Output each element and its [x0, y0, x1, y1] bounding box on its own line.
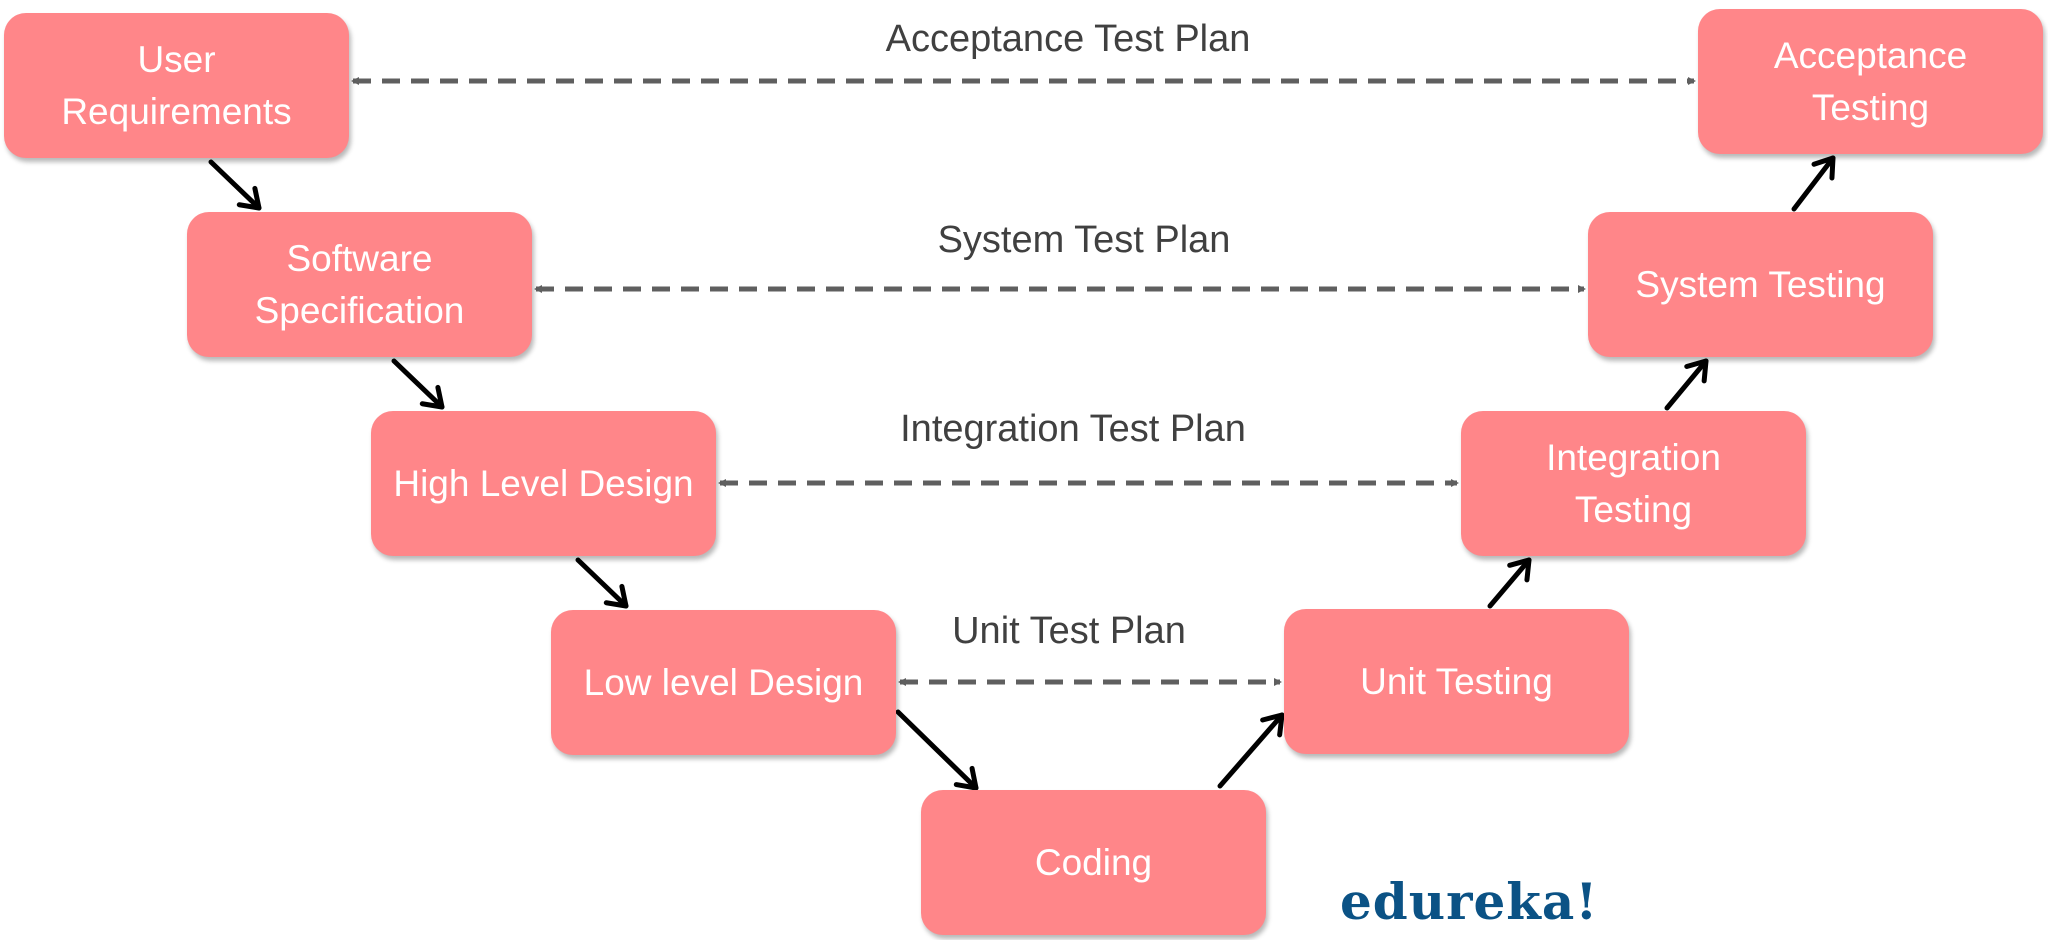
flow-arrow-4 [895, 709, 979, 791]
flow-arrow-1 [208, 159, 262, 211]
flow-arrow-8 [1791, 155, 1836, 212]
flow-arrow-7 [1664, 358, 1709, 411]
v-model-diagram: User Requirements Software Specification… [0, 0, 2048, 940]
flow-arrow-5 [1217, 712, 1285, 789]
phase-acceptance-testing[interactable]: Acceptance Testing [1698, 9, 2043, 154]
phase-high-level-design[interactable]: High Level Design [371, 411, 716, 556]
phase-software-specification[interactable]: Software Specification [187, 212, 532, 357]
flow-arrow-2 [391, 358, 445, 410]
unit-test-plan-label: Unit Test Plan [952, 610, 1186, 652]
flow-arrow-6 [1487, 557, 1532, 609]
system-test-plan-label: System Test Plan [937, 219, 1231, 261]
phase-integration-testing[interactable]: Integration Testing [1461, 411, 1806, 556]
phase-coding[interactable]: Coding [921, 790, 1266, 935]
flow-arrow-3 [575, 557, 629, 609]
phase-user-requirements[interactable]: User Requirements [4, 13, 349, 158]
acceptance-test-plan-label: Acceptance Test Plan [885, 18, 1251, 60]
phase-low-level-design[interactable]: Low level Design [551, 610, 896, 755]
edureka-logo: edureka! [1340, 872, 1599, 931]
phase-system-testing[interactable]: System Testing [1588, 212, 1933, 357]
phase-unit-testing[interactable]: Unit Testing [1284, 609, 1629, 754]
integration-test-plan-label: Integration Test Plan [900, 408, 1246, 450]
